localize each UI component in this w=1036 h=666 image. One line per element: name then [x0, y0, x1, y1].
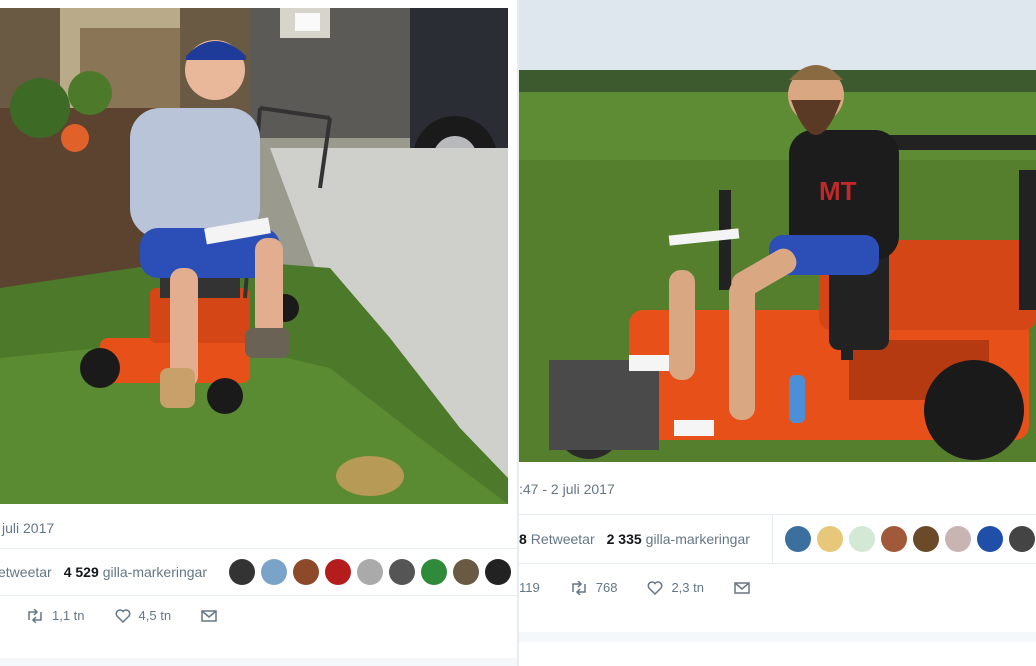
likes-label[interactable]: gilla-markeringar — [646, 531, 750, 547]
panel-footer — [519, 632, 1036, 642]
avatar[interactable] — [389, 559, 416, 585]
likes-count[interactable]: 2 335 — [607, 531, 642, 547]
heart-icon — [115, 608, 130, 623]
photo-illustration — [0, 8, 508, 504]
likes-count[interactable]: 4 529 — [64, 564, 99, 580]
direct-message-button[interactable] — [734, 581, 758, 594]
tweet-date[interactable]: :47 - 2 juli 2017 — [519, 481, 615, 497]
tweet-photo-lawnmower[interactable] — [0, 8, 508, 504]
photo-illustration: MT — [519, 0, 1036, 462]
retweet-count: 768 — [595, 580, 618, 595]
like-button[interactable]: 2,3 tn — [647, 580, 704, 595]
mail-icon — [201, 609, 217, 622]
avatar[interactable] — [261, 559, 288, 585]
retweet-icon — [571, 580, 586, 595]
panel-footer — [0, 658, 518, 666]
retweet-count: 1,1 tn — [52, 608, 85, 623]
avatar[interactable] — [1008, 526, 1035, 552]
avatar[interactable] — [816, 526, 843, 552]
avatar[interactable] — [784, 526, 811, 552]
avatar[interactable] — [848, 526, 875, 552]
retweets-label[interactable]: etweetar — [0, 564, 52, 580]
tweet-actions: 1,1 tn 4,5 tn — [26, 608, 518, 623]
retweet-icon — [28, 608, 42, 623]
avatar[interactable] — [453, 559, 480, 585]
avatar[interactable] — [229, 559, 256, 585]
left-tweet-panel: juli 2017 etweetar 4 529 gilla-markering… — [0, 0, 518, 666]
reply-button[interactable]: 119 — [519, 580, 540, 595]
likes-label[interactable]: gilla-markeringar — [103, 564, 207, 580]
avatar[interactable] — [421, 559, 448, 585]
avatar[interactable] — [912, 526, 939, 552]
direct-message-button[interactable] — [201, 609, 225, 622]
avatar[interactable] — [485, 559, 512, 585]
tweet-photo-riding-mower[interactable]: MT — [519, 0, 1036, 462]
avatar[interactable] — [325, 559, 352, 585]
avatar[interactable] — [880, 526, 907, 552]
liker-avatars — [771, 514, 1035, 564]
tweet-actions: 119 768 2,3 tn — [519, 580, 1036, 595]
tweet-stats-row: etweetar 4 529 gilla-markeringar — [0, 548, 518, 596]
avatar[interactable] — [976, 526, 1003, 552]
avatar[interactable] — [357, 559, 384, 585]
liker-avatars — [229, 559, 512, 585]
like-button[interactable]: 4,5 tn — [115, 608, 172, 623]
retweets-count[interactable]: 8 — [519, 531, 527, 547]
svg-text:MT: MT — [819, 176, 857, 206]
mail-icon — [734, 581, 750, 594]
reply-count: 119 — [519, 580, 540, 595]
retweets-label[interactable]: Retweetar — [531, 531, 595, 547]
right-tweet-panel: MT :47 - 2 juli 2017 8 Retweetar 2 335 g… — [519, 0, 1036, 666]
heart-icon — [647, 580, 663, 595]
retweet-button[interactable]: 768 — [570, 580, 618, 595]
avatar[interactable] — [944, 526, 971, 552]
tweet-stats-row: 8 Retweetar 2 335 gilla-markeringar — [519, 514, 1036, 564]
retweet-button[interactable]: 1,1 tn — [26, 608, 85, 623]
avatar[interactable] — [293, 559, 320, 585]
like-count: 4,5 tn — [138, 608, 172, 623]
like-count: 2,3 tn — [671, 580, 704, 595]
tweet-date[interactable]: juli 2017 — [2, 520, 54, 536]
